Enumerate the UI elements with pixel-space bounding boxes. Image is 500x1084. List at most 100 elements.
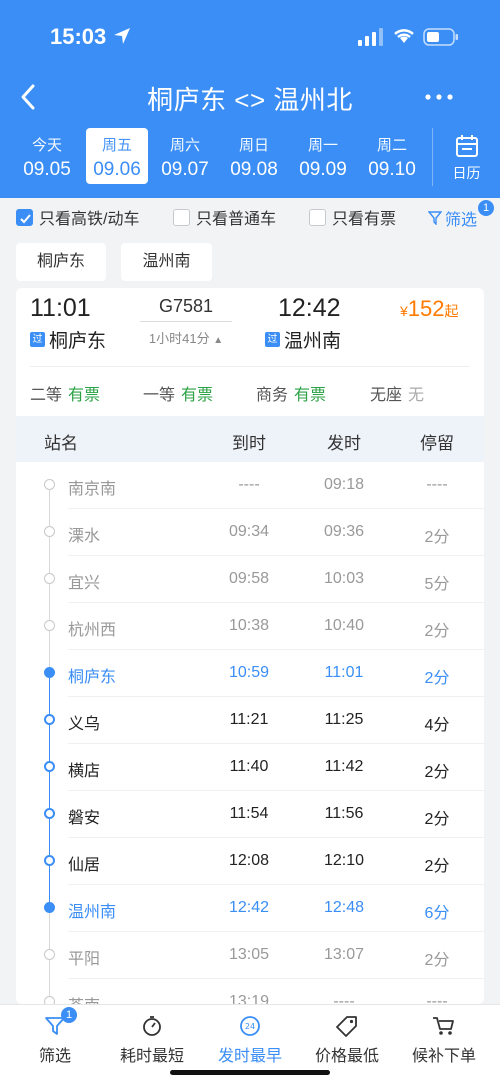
schedule-row[interactable]: 宜兴 09:58 10:03 5分 — [16, 556, 484, 603]
calendar-button[interactable]: 日历 — [432, 128, 500, 186]
funnel-icon — [428, 211, 442, 225]
stop-duration: 2分 — [424, 764, 450, 781]
depart-time: 11:25 — [324, 711, 364, 728]
battery-icon — [423, 28, 458, 46]
more-dots-icon[interactable] — [422, 82, 456, 112]
depart-time: 12:48 — [323, 899, 365, 916]
schedule-row[interactable]: 磐安 11:54 11:56 2分 — [16, 791, 484, 838]
station-tag-arrival[interactable]: 温州南 — [121, 243, 212, 281]
date-value: 09.08 — [230, 159, 278, 180]
schedule-row[interactable]: 溧水 09:34 09:36 2分 — [16, 509, 484, 556]
price-tag-icon — [336, 1016, 357, 1037]
arrive-time: 11:21 — [229, 711, 269, 728]
train-card: 11:01 G7581 1小时41分 ▲ 12:42 ¥152起 过桐庐东 过温… — [16, 288, 484, 1004]
stop-dot — [44, 620, 55, 631]
header-station: 站名 — [44, 434, 78, 453]
caret-up-icon: ▲ — [213, 335, 224, 346]
station-name: 温州南 — [68, 904, 117, 921]
tab-earliest-departure[interactable]: 24 发时最早 — [200, 1005, 300, 1065]
clock-24-icon: 24 — [240, 1016, 260, 1036]
tab-shortest-time[interactable]: 耗时最短 — [102, 1005, 202, 1065]
depart-time: ---- — [333, 993, 355, 1004]
stop-dot — [44, 479, 55, 490]
seat-business-class[interactable]: 商务 有票 — [256, 381, 326, 405]
tab-filter[interactable]: 筛选 — [5, 1005, 105, 1065]
signal-icon — [358, 28, 383, 46]
date-weekday: 周一 — [307, 137, 338, 154]
seat-second-class[interactable]: 二等 有票 — [30, 381, 100, 405]
high-speed-only-checkbox[interactable]: 只看高铁/动车 — [16, 207, 139, 228]
train-number[interactable]: G7581 — [140, 296, 232, 317]
location-arrow-icon — [114, 28, 130, 44]
duration-toggle[interactable]: 1小时41分 ▲ — [140, 328, 232, 347]
filter-label: 筛选 — [445, 212, 478, 229]
tab-waitlist-order[interactable]: 候补下单 — [394, 1005, 494, 1065]
stop-dot-filled — [44, 667, 55, 678]
arrive-time: ---- — [238, 476, 260, 493]
schedule-row[interactable]: 温州南 12:42 12:48 6分 — [16, 885, 484, 932]
header: 15:03 桐庐东 <> 温州北 今天 09.05 周五 09.06 周六 09.07… — [0, 0, 500, 198]
stop-duration: 5分 — [424, 576, 450, 593]
calendar-icon — [455, 135, 478, 157]
stop-duration: ---- — [426, 993, 448, 1004]
schedule-row[interactable]: 平阳 13:05 13:07 2分 — [16, 932, 484, 979]
date-tab[interactable]: 周二 09.10 — [361, 128, 423, 184]
date-value: 09.05 — [23, 159, 71, 180]
seat-class: 一等 — [143, 387, 176, 404]
date-tab[interactable]: 今天 09.05 — [16, 128, 78, 184]
seat-no-seat[interactable]: 无座无 — [370, 381, 424, 405]
date-value: 09.10 — [368, 159, 416, 180]
schedule-row[interactable]: 南京南 ---- 09:18 ---- — [16, 462, 484, 509]
schedule-row[interactable]: 义乌 11:21 11:25 4分 — [16, 697, 484, 744]
normal-train-only-checkbox[interactable]: 只看普通车 — [173, 207, 276, 228]
svg-text:24: 24 — [245, 1022, 255, 1031]
arrive-time: 11:54 — [229, 805, 269, 822]
station-name: 苍南 — [68, 992, 100, 1004]
arrive-time: 13:19 — [228, 993, 270, 1004]
arrival-time: 12:42 — [278, 294, 341, 322]
date-weekday: 周二 — [376, 137, 407, 154]
station-tag-departure[interactable]: 桐庐东 — [16, 243, 106, 281]
tab-lowest-price[interactable]: 价格最低 — [297, 1005, 397, 1065]
depart-time: 09:36 — [323, 523, 365, 540]
stop-duration: 6分 — [424, 905, 450, 922]
station-name: 磐安 — [68, 810, 101, 827]
filter-button[interactable]: 筛选 — [428, 206, 477, 230]
date-tab-selected[interactable]: 周五 09.06 — [86, 128, 148, 184]
schedule-row[interactable]: 桐庐东 10:59 11:01 2分 — [16, 650, 484, 697]
stop-dot-filled — [44, 902, 55, 913]
seat-status: 有票 — [294, 387, 327, 404]
date-weekday: 周五 — [101, 137, 132, 154]
pass-tag: 过 — [265, 332, 280, 347]
cart-icon — [433, 1017, 454, 1035]
station-name: 杭州西 — [68, 622, 117, 639]
depart-time: 11:01 — [324, 664, 364, 681]
price: ¥152起 — [400, 296, 459, 322]
station-name: 平阳 — [68, 951, 101, 968]
tab-label: 价格最低 — [314, 1048, 379, 1065]
date-weekday: 周六 — [169, 137, 200, 154]
schedule-row[interactable]: 横店 11:40 11:42 2分 — [16, 744, 484, 791]
seat-first-class[interactable]: 一等 有票 — [143, 381, 213, 405]
date-tab[interactable]: 周六 09.07 — [154, 128, 216, 184]
stop-duration: ---- — [426, 476, 448, 493]
wifi-icon — [394, 29, 414, 43]
price-value: 152 — [407, 296, 445, 321]
header-depart: 发时 — [327, 434, 361, 453]
station-name: 横店 — [68, 763, 101, 780]
arrive-time: 12:42 — [228, 899, 270, 916]
station-name: 宜兴 — [68, 575, 101, 592]
schedule-row[interactable]: 苍南 13:19 ---- ---- — [16, 979, 484, 1004]
seat-class: 无座 — [370, 387, 403, 404]
arrive-time: 11:40 — [229, 758, 269, 775]
header-stop: 停留 — [420, 434, 454, 453]
schedule-row[interactable]: 仙居 12:08 12:10 2分 — [16, 838, 484, 885]
date-value: 09.07 — [161, 159, 209, 180]
stop-duration: 2分 — [424, 623, 450, 640]
schedule-row[interactable]: 杭州西 10:38 10:40 2分 — [16, 603, 484, 650]
date-tab[interactable]: 周一 09.09 — [292, 128, 354, 184]
nav-bar: 桐庐东 <> 温州北 — [0, 72, 500, 122]
departure-time: 11:01 — [30, 294, 91, 322]
date-tab[interactable]: 周日 09.08 — [223, 128, 285, 184]
has-ticket-only-checkbox[interactable]: 只看有票 — [309, 207, 396, 228]
